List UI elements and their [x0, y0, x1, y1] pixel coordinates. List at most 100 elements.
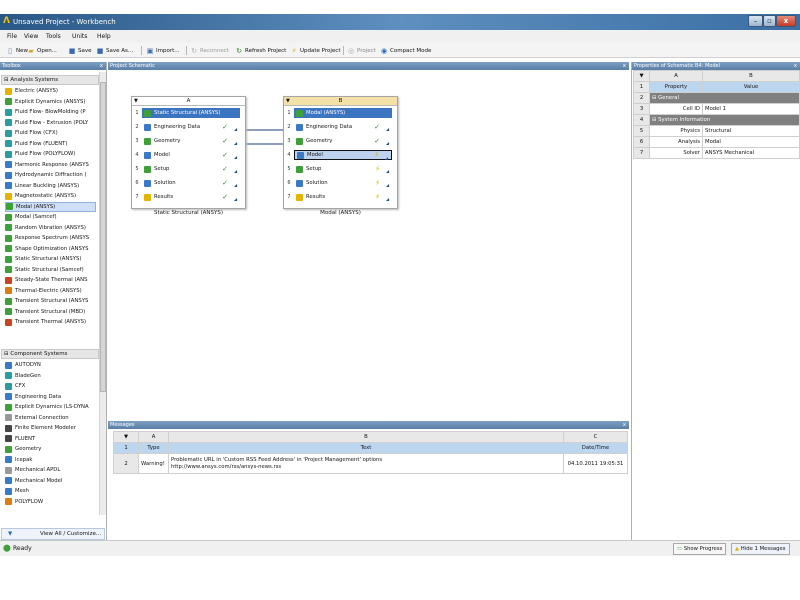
property-row[interactable]: 3 Cell ID Model 1	[633, 103, 800, 115]
system-b-caption[interactable]: Modal (ANSYS)	[283, 210, 398, 216]
system-a-cell-setup[interactable]: 5 Setup ✓	[132, 163, 245, 175]
system-b-cell-model[interactable]: 4 Model ⚡	[284, 149, 397, 161]
toolbox-item-response-spectrum-ansys[interactable]: Response Spectrum (ANSYS	[5, 233, 96, 243]
toolbox-item-fluid-flow-extrusion-poly[interactable]: Fluid Flow - Extrusion (POLY	[5, 118, 96, 128]
message-row[interactable]: 2 Warning! Problematic URL in 'Custom RS…	[113, 453, 628, 474]
system-a-cell-geometry[interactable]: 3 Geometry ✓	[132, 135, 245, 147]
system-b-menu-icon[interactable]: ▼	[286, 97, 290, 106]
show-progress-button[interactable]: ▭ Show Progress	[673, 543, 727, 555]
messages-close-button[interactable]: x	[623, 421, 626, 429]
toolbox-item-random-vibration-ansys[interactable]: Random Vibration (ANSYS)	[5, 223, 96, 233]
property-row[interactable]: 7 Solver ANSYS Mechanical	[633, 147, 800, 159]
cell-menu-triangle-icon[interactable]	[386, 128, 389, 131]
cell-menu-triangle-icon[interactable]	[234, 184, 237, 187]
toolbox-item-fluid-flow-blowmolding-p[interactable]: Fluid Flow- BlowMolding (P	[5, 107, 96, 117]
toolbox-item-polyflow[interactable]: POLYFLOW	[5, 497, 96, 507]
cell-menu-triangle-icon[interactable]	[234, 156, 237, 159]
toolbox-item-mechanical-model[interactable]: Mechanical Model	[5, 476, 96, 486]
property-row[interactable]: 5 Physics Structural	[633, 125, 800, 137]
toolbox-item-modal-ansys[interactable]: Modal (ANSYS)	[5, 201, 96, 212]
system-b-cell-results[interactable]: 7 Results ⚡	[284, 191, 397, 203]
toolbox-item-electric-ansys[interactable]: Electric (ANSYS)	[5, 86, 96, 96]
toolbox-item-transient-structural-mbd[interactable]: Transient Structural (MBD)	[5, 307, 96, 317]
menu-help[interactable]: Help	[97, 33, 111, 40]
menu-units[interactable]: Units	[72, 33, 87, 40]
toolbox-item-bladegen[interactable]: BladeGen	[5, 371, 96, 381]
toolbox-item-static-structural-ansys[interactable]: Static Structural (ANSYS)	[5, 254, 96, 264]
cell-menu-triangle-icon[interactable]	[386, 198, 389, 201]
toolbox-item-icepak[interactable]: Icepak	[5, 455, 96, 465]
toolbox-item-finite-element-modeler[interactable]: Finite Element Modeler	[5, 423, 96, 433]
toolbox-item-fluid-flow-fluent[interactable]: Fluid Flow (FLUENT)	[5, 139, 96, 149]
property-row[interactable]: 2 ⊟ General	[633, 92, 800, 104]
cell-menu-triangle-icon[interactable]	[234, 142, 237, 145]
property-row[interactable]: 6 Analysis Modal	[633, 136, 800, 148]
system-a-cell-solution[interactable]: 6 Solution ✓	[132, 177, 245, 189]
cell-menu-triangle-icon[interactable]	[234, 128, 237, 131]
property-row[interactable]: 4 ⊟ System Information	[633, 114, 800, 126]
toolbox-item-engineering-data[interactable]: Engineering Data	[5, 392, 96, 402]
messages-menu-icon[interactable]: ▼	[113, 431, 139, 443]
system-b-cell-setup[interactable]: 5 Setup ⚡	[284, 163, 397, 175]
toolbox-item-mesh[interactable]: Mesh	[5, 486, 96, 496]
toolbox-item-modal-samcef[interactable]: Modal (Samcef)	[5, 212, 96, 222]
cell-menu-triangle-icon[interactable]	[234, 170, 237, 173]
system-b-cell-engineering-data[interactable]: 2 Engineering Data ✓	[284, 121, 397, 133]
maximize-button[interactable]: ▫	[763, 15, 776, 27]
save-as-button[interactable]: ■ Save As...	[96, 45, 133, 56]
system-a-menu-icon[interactable]: ▼	[134, 97, 138, 106]
system-a-caption[interactable]: Static Structural (ANSYS)	[131, 210, 246, 216]
open-button[interactable]: ▰ Open...	[27, 45, 57, 56]
view-all-customize-button[interactable]: ▼ View All / Customize...	[1, 528, 105, 540]
toolbox-item-external-connection[interactable]: External Connection	[5, 413, 96, 423]
minimize-button[interactable]: –	[748, 15, 763, 27]
toolbox-scroll-thumb[interactable]	[100, 82, 106, 392]
toolbox-item-explicit-dynamics-ansys[interactable]: Explicit Dynamics (ANSYS)	[5, 97, 96, 107]
toolbox-item-thermal-electric-ansys[interactable]: Thermal-Electric (ANSYS)	[5, 286, 96, 296]
compact-mode-button[interactable]: ◉ Compact Mode	[380, 45, 431, 56]
close-button[interactable]: x	[776, 15, 796, 27]
cell-menu-triangle-icon[interactable]	[386, 170, 389, 173]
cell-menu-triangle-icon[interactable]	[234, 198, 237, 201]
cell-menu-triangle-icon[interactable]	[386, 142, 389, 145]
analysis-systems-header[interactable]: ⊟ Analysis Systems	[1, 75, 99, 85]
save-button[interactable]: ■ Save	[68, 45, 92, 56]
toolbox-close-button[interactable]: x	[100, 62, 103, 70]
new-button[interactable]: ▯ New	[6, 45, 28, 56]
toolbox-item-fluid-flow-polyflow[interactable]: Fluid Flow (POLYFLOW)	[5, 149, 96, 159]
toolbox-item-mechanical-apdl[interactable]: Mechanical APDL	[5, 465, 96, 475]
system-a-cell-engineering-data[interactable]: 2 Engineering Data ✓	[132, 121, 245, 133]
reconnect-button[interactable]: ↻ Reconnect	[190, 45, 229, 56]
toolbox-item-autodyn[interactable]: AUTODYN	[5, 360, 96, 370]
system-a-static-structural[interactable]: ▼ A 1 Static Structural (ANSYS) 2 Engineerin…	[131, 96, 246, 209]
system-b-modal[interactable]: ▼ B 1 Modal (ANSYS) 2 Engineering Data ✓ 3 Geom…	[283, 96, 398, 209]
project-button[interactable]: ◎ Project	[347, 45, 376, 56]
update-project-button[interactable]: ⚡ Update Project	[290, 45, 341, 56]
system-a-cell-model[interactable]: 4 Model ✓	[132, 149, 245, 161]
toolbox-item-static-structural-samcef[interactable]: Static Structural (Samcef)	[5, 265, 96, 275]
menu-tools[interactable]: Tools	[46, 33, 61, 40]
toolbox-item-harmonic-response-ansys[interactable]: Harmonic Response (ANSYS	[5, 160, 96, 170]
menu-file[interactable]: File	[7, 33, 17, 40]
system-b-cell-solution[interactable]: 6 Solution ⚡	[284, 177, 397, 189]
toolbox-item-transient-structural-ansys[interactable]: Transient Structural (ANSYS	[5, 296, 96, 306]
menu-view[interactable]: View	[24, 33, 38, 40]
toolbox-item-geometry[interactable]: Geometry	[5, 444, 96, 454]
toolbox-item-explicit-dynamics-ls-dyna[interactable]: Explicit Dynamics (LS-DYNA	[5, 402, 96, 412]
cell-menu-triangle-icon[interactable]	[385, 157, 388, 160]
import-button[interactable]: ▣ Import...	[146, 45, 180, 56]
toolbox-scrollbar[interactable]	[99, 72, 106, 515]
toolbox-item-fluid-flow-cfx[interactable]: Fluid Flow (CFX)	[5, 128, 96, 138]
system-a-cell-static-structural-ansys[interactable]: 1 Static Structural (ANSYS)	[132, 107, 245, 119]
refresh-project-button[interactable]: ↻ Refresh Project	[235, 45, 286, 56]
toolbox-item-steady-state-thermal-ans[interactable]: Steady-State Thermal (ANS	[5, 275, 96, 285]
system-b-cell-modal-ansys[interactable]: 1 Modal (ANSYS)	[284, 107, 397, 119]
toolbox-item-hydrodynamic-diffraction[interactable]: Hydrodynamic Diffraction (	[5, 170, 96, 180]
toolbox-item-shape-optimization-ansys[interactable]: Shape Optimization (ANSYS	[5, 244, 96, 254]
toolbox-item-cfx[interactable]: CFX	[5, 381, 96, 391]
properties-close-button[interactable]: x	[794, 62, 797, 70]
toolbox-item-magnetostatic-ansys[interactable]: Magnetostatic (ANSYS)	[5, 191, 96, 201]
system-a-cell-results[interactable]: 7 Results ✓	[132, 191, 245, 203]
toolbox-item-transient-thermal-ansys[interactable]: Transient Thermal (ANSYS)	[5, 317, 96, 327]
properties-menu-icon[interactable]: ▼	[633, 70, 650, 82]
